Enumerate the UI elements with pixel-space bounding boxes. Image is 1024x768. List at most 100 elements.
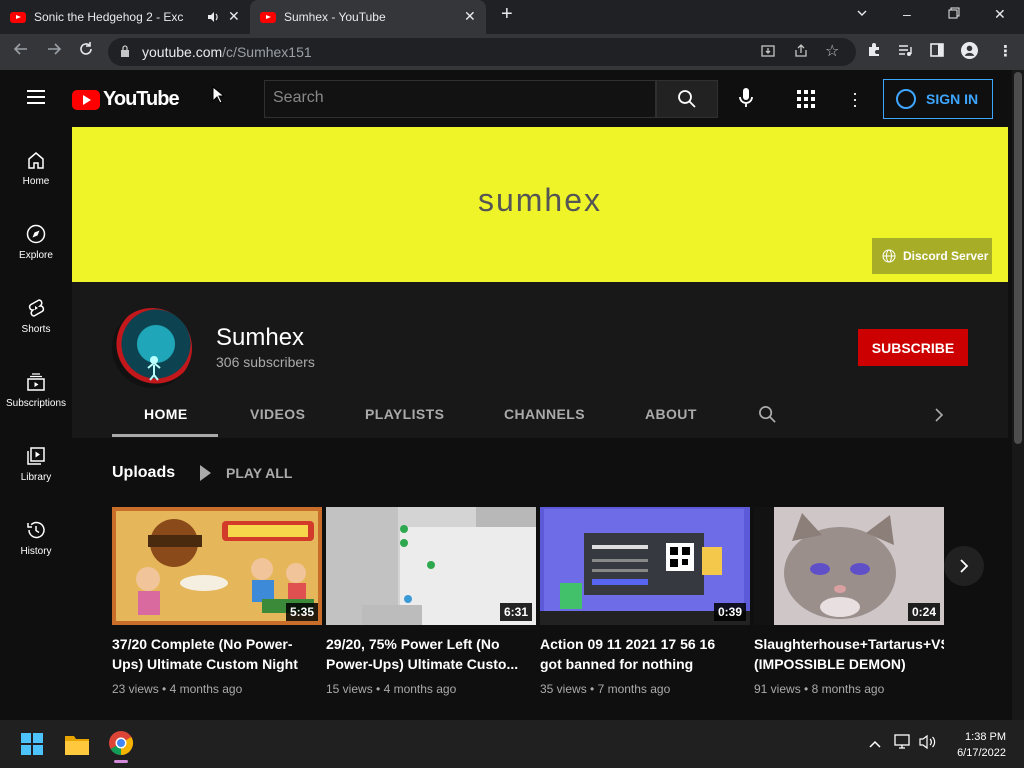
video-title[interactable]: Slaughterhouse+Tartarus+VS (IMPOSSIBLE D… (754, 634, 944, 674)
microphone-icon[interactable] (737, 87, 755, 114)
media-queue-icon[interactable] (897, 42, 913, 62)
tab-search-chevron-icon[interactable] (856, 6, 868, 22)
video-meta: 23 views • 4 months ago (112, 682, 243, 696)
guide-item-subscriptions[interactable]: Subscriptions (0, 372, 72, 409)
video-title-line: 37/20 Complete (No Power- (112, 636, 293, 652)
video-duration: 6:31 (499, 603, 532, 621)
guide-item-explore[interactable]: Explore (0, 224, 72, 261)
guide-item-history[interactable]: History (0, 520, 72, 557)
show-hidden-icons-chevron-icon[interactable] (868, 736, 882, 754)
system-clock[interactable]: 1:38 PM 6/17/2022 (946, 729, 1006, 761)
video-thumbnail[interactable]: 0:39 (540, 507, 750, 625)
video-thumbnail[interactable]: 0:24 (754, 507, 944, 625)
video-thumbnail[interactable]: 5:35 (112, 507, 322, 625)
video-duration: 5:35 (285, 603, 318, 621)
channel-avatar[interactable] (112, 308, 192, 388)
sign-in-button[interactable]: SIGN IN (883, 79, 993, 119)
channel-name: Sumhex (216, 324, 305, 351)
youtube-play-icon (72, 89, 100, 110)
network-icon[interactable] (894, 734, 912, 755)
video-meta: 35 views • 7 months ago (540, 682, 671, 696)
settings-kebab-icon[interactable]: · · · (852, 84, 858, 114)
menu-hamburger-icon[interactable] (27, 90, 45, 104)
tab-videos[interactable]: VIDEOS (250, 406, 305, 422)
tabs-scroll-right-icon[interactable] (934, 407, 944, 428)
guide-item-shorts[interactable]: Shorts (0, 298, 72, 335)
forward-arrow-icon[interactable] (46, 41, 62, 62)
volume-icon[interactable] (919, 734, 937, 755)
install-icon[interactable] (760, 43, 776, 62)
new-tab-icon[interactable]: + (501, 3, 513, 26)
windows-start-icon[interactable] (21, 733, 43, 760)
clock-date: 6/17/2022 (957, 747, 1006, 759)
search-input[interactable]: Search (264, 80, 656, 118)
banner-text: sumhex (477, 182, 603, 218)
video-title[interactable]: 29/20, 75% Power Left (No Power-Ups) Ult… (326, 634, 536, 674)
discord-server-link[interactable]: Discord Server (872, 238, 992, 274)
share-icon[interactable] (793, 43, 809, 62)
video-title[interactable]: Action 09 11 2021 17 56 16 got banned fo… (540, 634, 750, 674)
video-card[interactable]: 0:39 Action 09 11 2021 17 56 16 got bann… (540, 507, 750, 696)
page-scrollbar[interactable] (1012, 70, 1024, 720)
video-title[interactable]: 37/20 Complete (No Power- Ups) Ultimate … (112, 634, 322, 674)
youtube-masthead: YouTube Search · · · SIGN IN (0, 70, 1012, 126)
guide-label: History (20, 546, 52, 557)
shelf-next-button[interactable] (944, 546, 984, 586)
play-all-button[interactable]: PLAY ALL (200, 465, 292, 481)
uploads-title[interactable]: Uploads (112, 464, 175, 482)
video-title-line: Power-Ups) Ultimate Custo... (326, 656, 519, 672)
discord-label: Discord Server (903, 249, 989, 263)
tab-playlists[interactable]: PLAYLISTS (365, 406, 444, 422)
close-tab-icon[interactable]: ✕ (228, 8, 240, 25)
video-card[interactable]: 5:35 37/20 Complete (No Power- Ups) Ulti… (112, 507, 322, 696)
lock-icon[interactable] (120, 45, 130, 57)
restore-icon[interactable] (948, 6, 960, 22)
video-thumbnail[interactable]: 6:31 (326, 507, 536, 625)
mouse-cursor-icon (212, 85, 226, 109)
chevron-right-icon (960, 559, 969, 573)
channel-search-icon[interactable] (758, 405, 777, 429)
speaker-icon[interactable] (206, 10, 220, 27)
youtube-logo[interactable]: YouTube (72, 88, 180, 111)
chrome-icon[interactable] (108, 730, 134, 763)
tab-home[interactable]: HOME (144, 406, 188, 422)
video-card[interactable]: 6:31 29/20, 75% Power Left (No Power-Ups… (326, 507, 536, 696)
scrollbar-thumb[interactable] (1014, 72, 1022, 444)
play-icon (200, 465, 211, 481)
reload-icon[interactable] (78, 41, 94, 62)
video-duration: 0:24 (907, 603, 940, 621)
file-explorer-icon[interactable] (65, 733, 89, 760)
tab-about[interactable]: ABOUT (645, 406, 697, 422)
search-button[interactable] (656, 80, 718, 118)
browser-menu-icon[interactable]: ⋮ (998, 42, 1013, 60)
bookmark-star-icon[interactable]: ☆ (825, 41, 839, 61)
video-card[interactable]: 0:24 Slaughterhouse+Tartarus+VS (IMPOSSI… (754, 507, 944, 696)
search-placeholder: Search (273, 89, 324, 106)
compass-icon (26, 224, 46, 244)
sign-in-label: SIGN IN (926, 91, 979, 107)
guide-item-library[interactable]: Library (0, 446, 72, 483)
windows-taskbar: 1:38 PM 6/17/2022 (0, 720, 1024, 768)
profile-icon[interactable] (961, 42, 978, 63)
history-icon (27, 521, 45, 539)
apps-grid-icon[interactable] (797, 90, 815, 108)
logo-text: YouTube (103, 88, 180, 110)
tab-sumhex[interactable]: Sumhex - YouTube ✕ (250, 0, 486, 34)
video-title-line: 29/20, 75% Power Left (No (326, 636, 500, 652)
close-tab-icon[interactable]: ✕ (464, 8, 476, 25)
extensions-icon[interactable] (866, 42, 882, 62)
tab-channels[interactable]: CHANNELS (504, 406, 585, 422)
close-window-icon[interactable]: ✕ (994, 6, 1006, 23)
guide-label: Library (20, 472, 52, 483)
search-icon (678, 90, 696, 108)
shorts-icon (28, 299, 45, 317)
guide-item-home[interactable]: Home (0, 150, 72, 187)
channel-header: Sumhex 306 subscribers SUBSCRIBE HOME VI… (72, 282, 1008, 438)
back-arrow-icon[interactable] (13, 41, 29, 62)
guide-label: Home (22, 176, 50, 187)
minimize-icon[interactable]: – (903, 6, 911, 22)
address-bar[interactable]: youtube.com/c/Sumhex151 ☆ (108, 38, 856, 66)
side-panel-icon[interactable] (929, 42, 945, 62)
tab-sonic[interactable]: Sonic the Hedgehog 2 - Exc ✕ (10, 0, 246, 34)
subscribe-button[interactable]: SUBSCRIBE (858, 329, 968, 366)
